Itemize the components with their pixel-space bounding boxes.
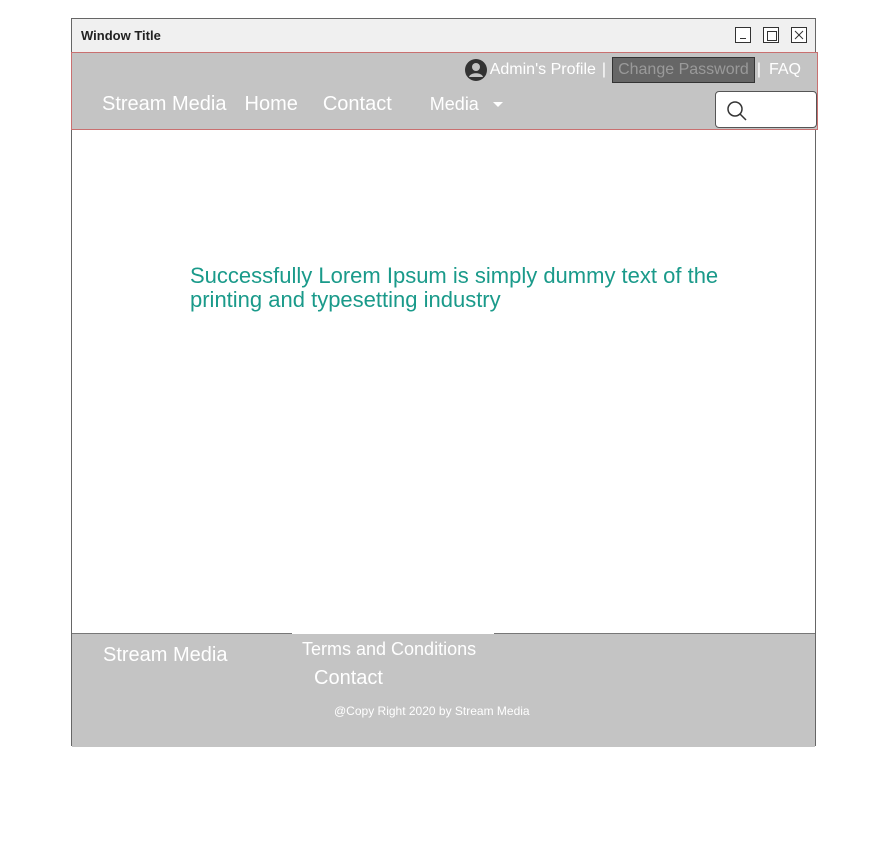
app-window: Window Title Admin's Profile | Change Pa… <box>71 18 818 747</box>
main-nav: Stream Media Home Contact Media <box>102 89 503 119</box>
caret-down-icon <box>492 101 503 107</box>
maximize-button[interactable] <box>763 27 779 43</box>
copyright-text: @Copy Right 2020 by Stream Media <box>334 704 530 718</box>
separator: | <box>601 61 607 78</box>
search-icon <box>727 101 747 121</box>
footer-divider <box>292 632 494 634</box>
search-input[interactable] <box>715 91 817 128</box>
footer: Stream Media Terms and Conditions Contac… <box>72 632 815 747</box>
nav-bar: Admin's Profile | Change Password | FAQ … <box>71 52 818 130</box>
change-password-button[interactable]: Change Password <box>612 57 755 83</box>
main-content: Successfully Lorem Ipsum is simply dummy… <box>72 130 815 633</box>
nav-media-dropdown[interactable]: Media <box>430 94 503 115</box>
brand-link[interactable]: Stream Media <box>102 93 227 116</box>
minimize-button[interactable] <box>735 27 751 43</box>
close-button[interactable] <box>791 27 807 43</box>
footer-contact-link[interactable]: Contact <box>314 667 383 690</box>
title-bar: Window Title <box>72 19 815 53</box>
footer-brand[interactable]: Stream Media <box>103 644 228 667</box>
top-links: Admin's Profile | Change Password | FAQ <box>464 55 801 85</box>
admin-profile-link[interactable]: Admin's Profile <box>490 61 596 79</box>
nav-home[interactable]: Home <box>245 93 298 116</box>
faq-link[interactable]: FAQ <box>769 61 801 79</box>
user-icon[interactable] <box>464 58 488 82</box>
close-icon <box>794 30 804 40</box>
nav-media-label: Media <box>429 93 479 114</box>
terms-link[interactable]: Terms and Conditions <box>302 639 476 660</box>
nav-contact[interactable]: Contact <box>323 93 392 116</box>
separator: | <box>756 61 761 78</box>
window-title: Window Title <box>81 28 161 43</box>
success-message: Successfully Lorem Ipsum is simply dummy… <box>190 263 719 312</box>
